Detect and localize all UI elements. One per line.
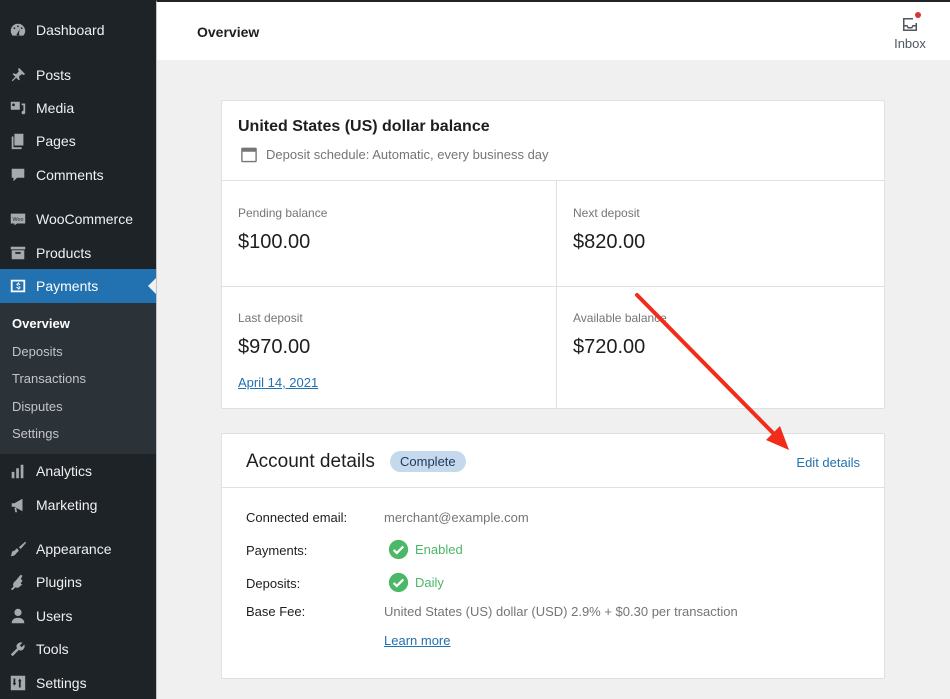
- sidebar-item-label: Media: [36, 100, 75, 116]
- inbox-button[interactable]: Inbox: [892, 12, 928, 51]
- pending-balance-value: $100.00: [238, 231, 311, 253]
- sidebar-item-users[interactable]: Users: [0, 599, 156, 633]
- sidebar-item-label: Users: [36, 608, 73, 624]
- submenu-item-settings[interactable]: Settings: [12, 426, 59, 441]
- deposits-status: Daily: [384, 572, 444, 593]
- sidebar-item-label: Plugins: [36, 574, 82, 590]
- sidebar-item-products[interactable]: Products: [0, 236, 156, 270]
- sidebar-item-marketing[interactable]: Marketing: [0, 488, 156, 522]
- submenu-item-deposits[interactable]: Deposits: [12, 344, 63, 359]
- learn-more-link[interactable]: Learn more: [384, 633, 450, 648]
- user-icon: [8, 606, 28, 626]
- deposit-schedule: Deposit schedule: Automatic, every busin…: [238, 143, 549, 165]
- sidebar-item-label: Posts: [36, 67, 72, 83]
- sidebar-item-woocommerce[interactable]: Woo WooCommerce: [0, 202, 156, 236]
- sidebar-item-label: Pages: [36, 133, 76, 149]
- dollar-icon: [8, 276, 28, 296]
- submenu-item-transactions[interactable]: Transactions: [12, 371, 86, 386]
- dashboard-icon: [8, 20, 28, 40]
- connected-email-label: Connected email:: [246, 510, 348, 525]
- wrench-icon: [8, 639, 28, 659]
- sidebar-item-settings[interactable]: Settings: [0, 666, 156, 699]
- deposits-label: Deposits:: [246, 576, 301, 591]
- megaphone-icon: [8, 495, 28, 515]
- sidebar-item-comments[interactable]: Comments: [0, 158, 156, 192]
- payments-submenu: Overview Deposits Transactions Disputes …: [0, 303, 156, 454]
- next-deposit-value: $820.00: [573, 231, 646, 253]
- plug-icon: [8, 572, 28, 592]
- pending-balance-label: Pending balance: [238, 206, 328, 220]
- page-title: Overview: [197, 24, 260, 40]
- content-border: [156, 60, 157, 699]
- base-fee-label: Base Fee:: [246, 604, 306, 619]
- sidebar-item-label: Marketing: [36, 497, 98, 513]
- woo-icon: Woo: [8, 209, 28, 229]
- submenu-item-disputes[interactable]: Disputes: [12, 399, 63, 414]
- available-balance: Available balance $720.00: [557, 286, 892, 391]
- sidebar-item-posts[interactable]: Posts: [0, 58, 156, 92]
- admin-sidebar: Dashboard Posts Media Pages Comments Woo…: [0, 0, 156, 699]
- pushpin-icon: [8, 65, 28, 85]
- paintbrush-icon: [8, 539, 28, 559]
- payments-status-text: Enabled: [415, 542, 463, 557]
- last-deposit: Last deposit $970.00 April 14, 2021: [222, 286, 557, 391]
- sidebar-item-pages[interactable]: Pages: [0, 124, 156, 158]
- account-details-title: Account details: [246, 451, 375, 472]
- payments-label: Payments:: [246, 543, 308, 558]
- pages-icon: [8, 131, 28, 151]
- submenu-item-overview[interactable]: Overview: [12, 316, 70, 331]
- deposit-schedule-text: Deposit schedule: Automatic, every busin…: [266, 146, 549, 162]
- balance-card: United States (US) dollar balance Deposi…: [221, 100, 885, 409]
- sidebar-item-label: WooCommerce: [36, 211, 133, 227]
- check-circle-icon: [388, 572, 409, 593]
- divider: [556, 181, 557, 409]
- sidebar-item-tools[interactable]: Tools: [0, 632, 156, 666]
- sidebar-item-media[interactable]: Media: [0, 91, 156, 125]
- balance-title: United States (US) dollar balance: [238, 118, 490, 135]
- sidebar-item-dashboard[interactable]: Dashboard: [0, 13, 156, 47]
- svg-text:Woo: Woo: [13, 217, 24, 223]
- divider: [222, 286, 884, 287]
- pending-balance: Pending balance $100.00: [222, 181, 557, 286]
- calendar-icon: [241, 147, 257, 163]
- sidebar-item-label: Products: [36, 245, 92, 261]
- bar-chart-icon: [8, 461, 28, 481]
- payments-status: Enabled: [384, 539, 463, 560]
- archive-icon: [8, 243, 28, 263]
- media-icon: [8, 98, 28, 118]
- sidebar-item-label: Dashboard: [36, 22, 105, 38]
- last-deposit-label: Last deposit: [238, 311, 303, 325]
- comment-icon: [8, 165, 28, 185]
- inbox-label: Inbox: [894, 36, 926, 51]
- status-badge: Complete: [390, 451, 466, 472]
- balance-card-header: United States (US) dollar balance Deposi…: [222, 101, 884, 181]
- sidebar-item-plugins[interactable]: Plugins: [0, 565, 156, 599]
- deposits-status-text: Daily: [415, 575, 444, 590]
- available-balance-label: Available balance: [573, 311, 667, 325]
- available-balance-value: $720.00: [573, 336, 646, 358]
- next-deposit: Next deposit $820.00: [557, 181, 892, 286]
- page-header: Overview Inbox: [156, 0, 950, 60]
- sidebar-item-analytics[interactable]: Analytics: [0, 454, 156, 488]
- account-details-card: Account details Complete Edit details Co…: [221, 433, 885, 679]
- notification-dot: [915, 12, 921, 18]
- connected-email-value: merchant@example.com: [384, 510, 529, 525]
- next-deposit-label: Next deposit: [573, 206, 640, 220]
- sidebar-item-payments[interactable]: Payments: [0, 269, 156, 303]
- sidebar-item-label: Payments: [36, 278, 99, 294]
- base-fee-value: United States (US) dollar (USD) 2.9% + $…: [384, 604, 738, 619]
- active-caret: [148, 278, 156, 294]
- sidebar-item-label: Analytics: [36, 463, 93, 479]
- settings-icon: [8, 673, 28, 693]
- sidebar-item-label: Tools: [36, 641, 69, 657]
- sidebar-item-label: Comments: [36, 167, 104, 183]
- sidebar-item-label: Appearance: [36, 541, 112, 557]
- sidebar-item-label: Settings: [36, 675, 87, 691]
- edit-details-link[interactable]: Edit details: [796, 455, 860, 470]
- last-deposit-value: $970.00: [238, 336, 311, 358]
- account-details-header: Account details Complete Edit details: [222, 434, 884, 488]
- check-circle-icon: [388, 539, 409, 560]
- last-deposit-date-link[interactable]: April 14, 2021: [238, 375, 318, 390]
- sidebar-item-appearance[interactable]: Appearance: [0, 532, 156, 566]
